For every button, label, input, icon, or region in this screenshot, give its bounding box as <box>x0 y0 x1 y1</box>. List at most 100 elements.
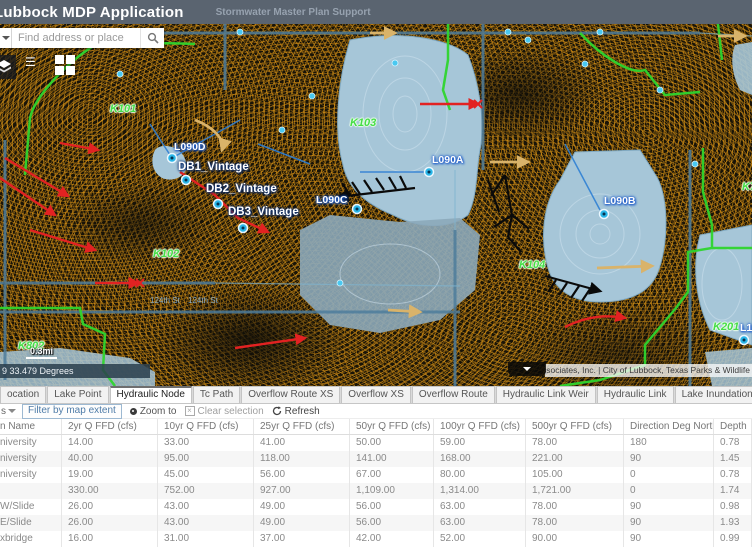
table-cell: 118.00 <box>254 451 350 467</box>
table-cell: 0.98 <box>714 499 752 515</box>
column-header[interactable]: 100yr Q FFD (cfs) <box>434 419 526 434</box>
table-cell: 90 <box>624 499 714 515</box>
tab-lake-inundation-iwse[interactable]: Lake Inundation (IWSE) <box>675 386 752 403</box>
table-cell: 0 <box>624 483 714 499</box>
table-cell: 78.00 <box>526 499 624 515</box>
table-row[interactable]: niversity40.0095.00118.00141.00168.00221… <box>0 451 752 467</box>
tab-overflow-xs[interactable]: Overflow XS <box>341 386 411 403</box>
table-cell: 41.00 <box>254 435 350 451</box>
chevron-down-icon <box>8 409 16 413</box>
search-bar <box>0 28 164 48</box>
tab-hydraulic-link[interactable]: Hydraulic Link <box>597 386 674 403</box>
table-cell: 16.00 <box>62 531 158 547</box>
table-tabs: ocationLake PointHydraulic NodeTc PathOv… <box>0 386 752 404</box>
column-header[interactable]: Depth <box>714 419 752 434</box>
options-label: s <box>1 406 6 417</box>
search-button[interactable] <box>140 28 164 48</box>
tab-lake-point[interactable]: Lake Point <box>47 386 108 403</box>
tab-overflow-route[interactable]: Overflow Route <box>412 386 495 403</box>
options-menu[interactable]: s <box>1 406 16 417</box>
table-cell: 42.00 <box>350 531 434 547</box>
table-cell: W/Slide <box>0 499 62 515</box>
table-cell: 105.00 <box>526 467 624 483</box>
panel-collapse-button[interactable] <box>508 362 546 376</box>
table-cell: 1.74 <box>714 483 752 499</box>
table-cell: 59.00 <box>434 435 526 451</box>
table-cell: 50.00 <box>350 435 434 451</box>
table-body: niversity14.0033.0041.0050.0059.0078.001… <box>0 435 752 547</box>
search-dropdown-button[interactable] <box>0 28 12 48</box>
clear-selection-button[interactable]: × Clear selection <box>185 406 264 417</box>
table-cell: 67.00 <box>350 467 434 483</box>
table-header: n Name2yr Q FFD (cfs)10yr Q FFD (cfs)25y… <box>0 419 752 435</box>
table-cell: 19.00 <box>62 467 158 483</box>
tab-hydraulic-link-weir[interactable]: Hydraulic Link Weir <box>496 386 596 403</box>
refresh-button[interactable]: Refresh <box>272 406 320 417</box>
layers-icon <box>0 59 12 75</box>
column-header[interactable]: 10yr Q FFD (cfs) <box>158 419 254 434</box>
table-row[interactable]: niversity14.0033.0041.0050.0059.0078.001… <box>0 435 752 451</box>
table-cell: 14.00 <box>62 435 158 451</box>
table-row[interactable]: niversity19.0045.0056.0067.0080.00105.00… <box>0 467 752 483</box>
zoom-to-button[interactable]: Zoom to <box>130 406 177 417</box>
table-cell: 56.00 <box>350 515 434 531</box>
table-cell: 0 <box>624 467 714 483</box>
column-header[interactable]: 2yr Q FFD (cfs) <box>62 419 158 434</box>
tab-tc-path[interactable]: Tc Path <box>193 386 240 403</box>
table-cell: 330.00 <box>62 483 158 499</box>
table-row[interactable]: W/Slide26.0043.0049.0056.0063.0078.00900… <box>0 499 752 515</box>
table-cell: 43.00 <box>158 499 254 515</box>
table-cell: 180 <box>624 435 714 451</box>
table-cell: 0.78 <box>714 467 752 483</box>
table-cell: 927.00 <box>254 483 350 499</box>
map-canvas[interactable]: K101K102K103K104K201K802K7L090DL090AL090… <box>0 24 752 386</box>
table-cell: 1.45 <box>714 451 752 467</box>
table-cell: 752.00 <box>158 483 254 499</box>
map-attribution: alff Associates, Inc. | City of Lubbock,… <box>545 364 752 377</box>
map-features <box>0 24 752 386</box>
table-cell: 0.78 <box>714 435 752 451</box>
table-cell: 90.00 <box>526 531 624 547</box>
tab-overflow-route-xs[interactable]: Overflow Route XS <box>241 386 340 403</box>
column-header[interactable]: n Name <box>0 419 62 434</box>
legend-button[interactable]: ☰ <box>25 56 36 68</box>
column-header[interactable]: 50yr Q FFD (cfs) <box>350 419 434 434</box>
table-cell: E/Slide <box>0 515 62 531</box>
table-cell: 90 <box>624 531 714 547</box>
table-cell: xbridge <box>0 531 62 547</box>
column-header[interactable]: Direction Deg North <box>624 419 714 434</box>
table-cell: 90 <box>624 451 714 467</box>
table-cell: 31.00 <box>158 531 254 547</box>
table-row[interactable]: E/Slide26.0043.0049.0056.0063.0078.00901… <box>0 515 752 531</box>
filter-by-map-extent-button[interactable]: Filter by map extent <box>22 404 122 419</box>
table-cell: 56.00 <box>254 467 350 483</box>
refresh-icon <box>272 406 282 416</box>
table-row[interactable]: 330.00752.00927.001,109.001,314.001,721.… <box>0 483 752 499</box>
column-header[interactable]: 25yr Q FFD (cfs) <box>254 419 350 434</box>
table-cell: 52.00 <box>434 531 526 547</box>
legend-icon: ☰ <box>25 55 36 69</box>
search-input[interactable] <box>12 28 140 48</box>
table-cell: 40.00 <box>62 451 158 467</box>
scale-bar: 0.3mi <box>26 346 57 359</box>
coordinate-readout: 9 33.479 Degrees <box>0 364 150 378</box>
table-cell <box>0 483 62 499</box>
tab-hydraulic-node[interactable]: Hydraulic Node <box>110 386 192 403</box>
table-cell: 0.99 <box>714 531 752 547</box>
app-subtitle: Stormwater Master Plan Support <box>216 7 371 18</box>
app-title: Lubbock MDP Application <box>0 4 184 21</box>
basemap-gallery-button[interactable] <box>55 55 77 77</box>
table-cell: 90 <box>624 515 714 531</box>
table-cell: 1,721.00 <box>526 483 624 499</box>
column-header[interactable]: 500yr Q FFD (cfs) <box>526 419 624 434</box>
table-cell: 221.00 <box>526 451 624 467</box>
table-cell: 26.00 <box>62 499 158 515</box>
table-row[interactable]: xbridge16.0031.0037.0042.0052.0090.00900… <box>0 531 752 547</box>
table-cell: 78.00 <box>526 435 624 451</box>
tab-ocation[interactable]: ocation <box>0 386 46 403</box>
grid-icon <box>55 55 64 64</box>
clear-selection-icon: × <box>185 406 195 416</box>
app-header: Lubbock MDP Application Stormwater Maste… <box>0 0 752 24</box>
layers-button[interactable] <box>0 55 16 79</box>
table-cell: niversity <box>0 435 62 451</box>
